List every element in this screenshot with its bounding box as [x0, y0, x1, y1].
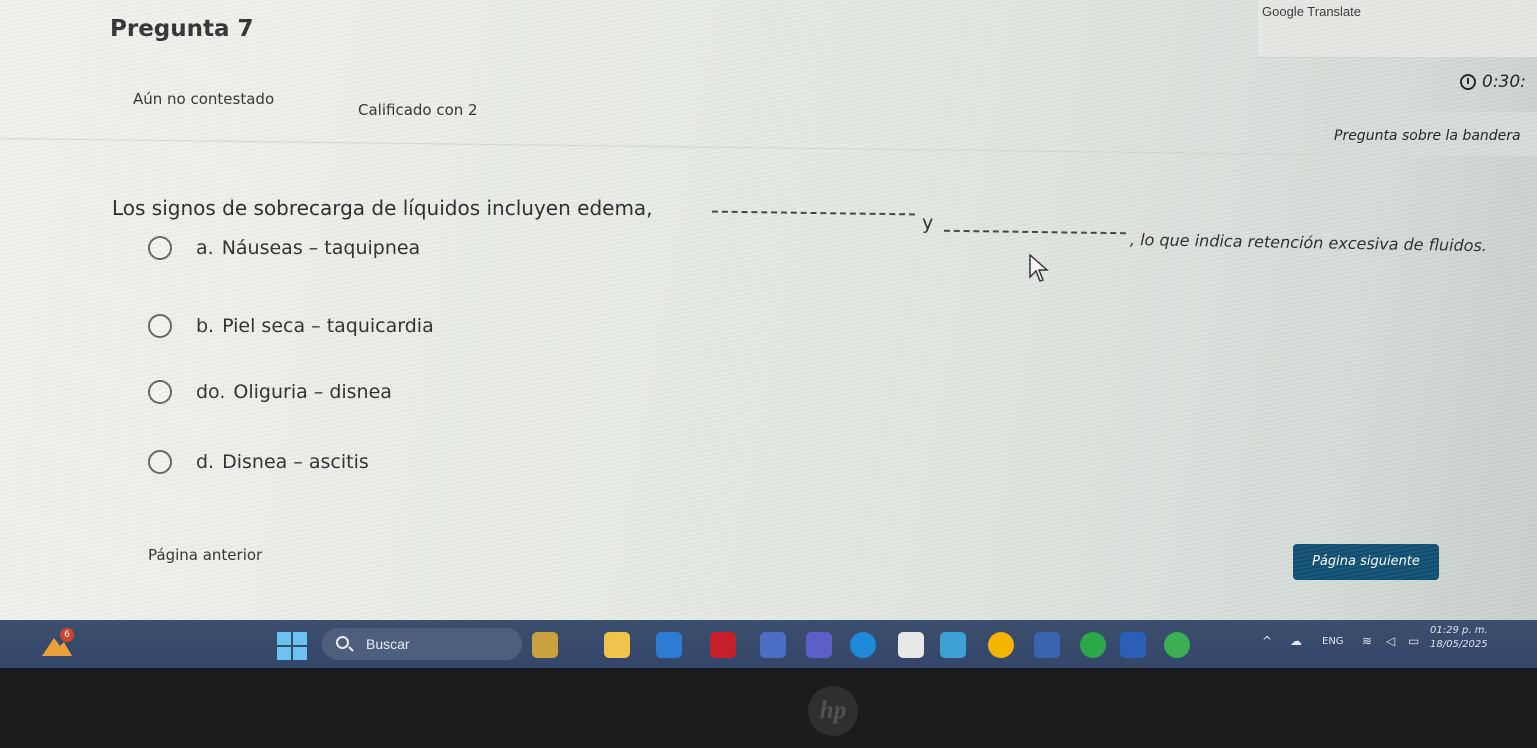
word-icon[interactable] [1120, 632, 1146, 658]
mouse-cursor-icon [1029, 253, 1049, 282]
option-text: Oliguria – disnea [233, 381, 392, 403]
answer-option-a[interactable]: a. Náuseas – taquipnea [148, 236, 420, 260]
browser-viewport: Google Translate Pregunta 7 Aún no conte… [0, 0, 1537, 620]
hp-logo: hp [808, 686, 858, 736]
edge-icon[interactable] [850, 632, 876, 658]
question-text: Los signos de sobrecarga de líquidos inc… [112, 196, 653, 220]
option-letter: b. [196, 315, 215, 337]
timer-value: 0:30: [1482, 72, 1526, 92]
wifi-icon[interactable]: ≋ [1362, 634, 1372, 648]
store-icon[interactable] [1034, 632, 1060, 658]
radio-button[interactable] [148, 236, 172, 260]
flag-question-button[interactable]: Pregunta sobre la bandera [1322, 112, 1537, 156]
chrome-profile-icon[interactable] [1080, 632, 1106, 658]
cloud-icon[interactable]: ☁ [1290, 634, 1302, 648]
quiz-timer: 0:30: [1460, 72, 1526, 92]
chrome-alt-icon[interactable] [1164, 632, 1190, 658]
sound-app-icon[interactable] [898, 632, 924, 658]
monitor-bezel [0, 668, 1537, 748]
windows-taskbar: 6 Buscar ^ ☁ ENG ≋ ◁ ▭ 01:29 p. m. 18/05… [0, 620, 1537, 668]
battery-icon[interactable]: ▭ [1408, 634, 1419, 648]
language-indicator[interactable]: ENG [1322, 636, 1344, 647]
extension-label: Google Translate [1262, 4, 1362, 19]
clock-time: 01:29 p. m. [1430, 625, 1488, 636]
vs-code-icon[interactable] [760, 632, 786, 658]
question-connector: y [922, 212, 934, 234]
option-letter: a. [196, 237, 214, 259]
blank-field-1 [711, 210, 916, 216]
next-page-button[interactable]: Página siguiente [1293, 544, 1439, 580]
option-letter: do. [196, 381, 226, 403]
start-tile [293, 647, 307, 660]
header-divider [0, 138, 1320, 156]
blank-field-2 [943, 229, 1127, 235]
answer-option-d[interactable]: d. Disnea – ascitis [148, 450, 369, 474]
clock-date: 18/05/2025 [1430, 639, 1488, 650]
search-label: Buscar [366, 636, 410, 652]
question-grade: Calificado con 2 [358, 101, 478, 119]
start-tile [277, 632, 291, 645]
start-tile [293, 632, 307, 645]
answer-option-b[interactable]: b. Piel seca – taquicardia [148, 314, 434, 338]
answer-option-c[interactable]: do. Oliguria – disnea [148, 380, 392, 404]
radio-button[interactable] [148, 380, 172, 404]
taskbar-search[interactable]: Buscar [322, 628, 522, 660]
option-text: Disnea – ascitis [222, 451, 369, 473]
radio-button[interactable] [148, 450, 172, 474]
question-status: Aún no contestado [133, 90, 275, 108]
volume-icon[interactable]: ◁ [1386, 634, 1395, 648]
radio-button[interactable] [148, 314, 172, 338]
option-text: Piel seca – taquicardia [222, 315, 434, 337]
option-letter: d. [196, 451, 215, 473]
dropbox-icon[interactable] [656, 632, 682, 658]
clock-icon [1460, 74, 1476, 90]
teams-icon[interactable] [806, 632, 832, 658]
previous-page-button[interactable]: Página anterior [148, 546, 262, 564]
file-explorer-icon[interactable] [604, 632, 630, 658]
show-hidden-icons-icon[interactable]: ^ [1262, 634, 1272, 648]
chrome-icon[interactable] [988, 632, 1014, 658]
search-highlight-icon[interactable] [532, 632, 558, 658]
option-text: Náuseas – taquipnea [221, 237, 421, 259]
photos-icon[interactable] [940, 632, 966, 658]
start-button[interactable] [277, 632, 307, 660]
question-text-end: , lo que indica retención excesiva de fl… [1129, 230, 1488, 256]
google-translate-extension[interactable]: Google Translate [1258, 0, 1537, 58]
weather-badge: 6 [60, 628, 74, 642]
start-tile [277, 647, 291, 660]
clock[interactable]: 01:29 p. m. 18/05/2025 [1430, 624, 1488, 652]
question-title: Pregunta 7 [110, 16, 254, 42]
netflix-icon[interactable] [710, 632, 736, 658]
search-icon [336, 636, 349, 649]
